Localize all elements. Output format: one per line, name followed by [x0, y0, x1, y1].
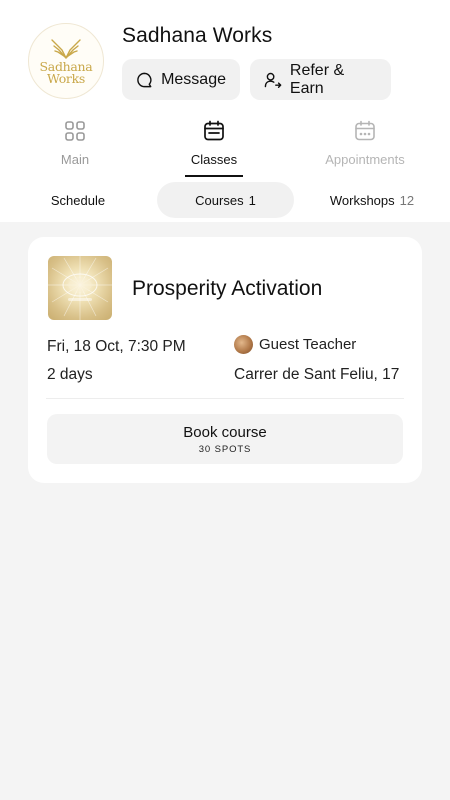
- course-thumbnail: [48, 256, 112, 320]
- course-title: Prosperity Activation: [132, 277, 323, 300]
- studio-name: Sadhana Works: [122, 24, 273, 47]
- tab-main-label: Main: [60, 152, 90, 167]
- teacher-avatar: [234, 335, 253, 354]
- tab-appointments-label: Appointments: [325, 152, 405, 167]
- refer-earn-button[interactable]: Refer & Earn: [250, 59, 391, 100]
- grid-icon: [65, 121, 85, 141]
- course-card[interactable]: Prosperity Activation Fri, 18 Oct, 7:30 …: [28, 237, 422, 483]
- chat-bubble-icon: [137, 72, 152, 87]
- message-label: Message: [161, 70, 226, 88]
- refer-label: Refer & Earn: [289, 61, 345, 97]
- logo-text-line2: Works: [47, 70, 85, 86]
- workshops-count: 12: [399, 192, 415, 208]
- calendar-icon: [204, 120, 224, 141]
- tab-main[interactable]: Main: [0, 120, 150, 167]
- subtab-workshops[interactable]: Workshops 12: [322, 182, 422, 218]
- header-section: Sadhana Works Sadhana Works Message Refe…: [0, 0, 450, 222]
- sunburst-image-icon: [48, 256, 112, 320]
- tab-classes[interactable]: Classes: [139, 120, 289, 167]
- message-button[interactable]: Message: [122, 59, 240, 100]
- teacher-name: Guest Teacher: [259, 336, 357, 353]
- book-course-button[interactable]: Book course 30 SPOTS: [47, 414, 403, 464]
- subtab-courses-label: Courses: [195, 192, 244, 208]
- teacher-info: Guest Teacher: [234, 335, 356, 354]
- tab-appointments[interactable]: Appointments: [290, 120, 440, 167]
- calendar-dots-icon: [355, 120, 375, 141]
- logo-text: Sadhana Works: [40, 60, 93, 86]
- spots-available: 30 SPOTS: [198, 443, 252, 455]
- tab-classes-label: Classes: [190, 152, 238, 167]
- subtab-schedule-label: Schedule: [50, 192, 106, 208]
- card-divider: [46, 398, 404, 399]
- course-location: Carrer de Sant Feliu, 17: [234, 366, 400, 383]
- subtab-workshops-label: Workshops: [329, 192, 395, 208]
- course-duration: 2 days: [47, 366, 93, 383]
- main-tabs: Main Classes Appointments: [0, 120, 450, 180]
- courses-count: 1: [248, 192, 256, 208]
- user-plus-icon: [264, 72, 282, 88]
- active-tab-indicator: [185, 175, 243, 177]
- sub-tabs: Schedule Courses 1 Workshops 12: [0, 182, 450, 218]
- studio-logo: Sadhana Works: [28, 23, 104, 99]
- course-date: Fri, 18 Oct, 7:30 PM: [47, 338, 186, 355]
- subtab-courses[interactable]: Courses 1: [157, 182, 294, 218]
- wings-icon: [51, 38, 81, 59]
- subtab-schedule[interactable]: Schedule: [40, 182, 116, 218]
- book-course-label: Book course: [183, 423, 267, 441]
